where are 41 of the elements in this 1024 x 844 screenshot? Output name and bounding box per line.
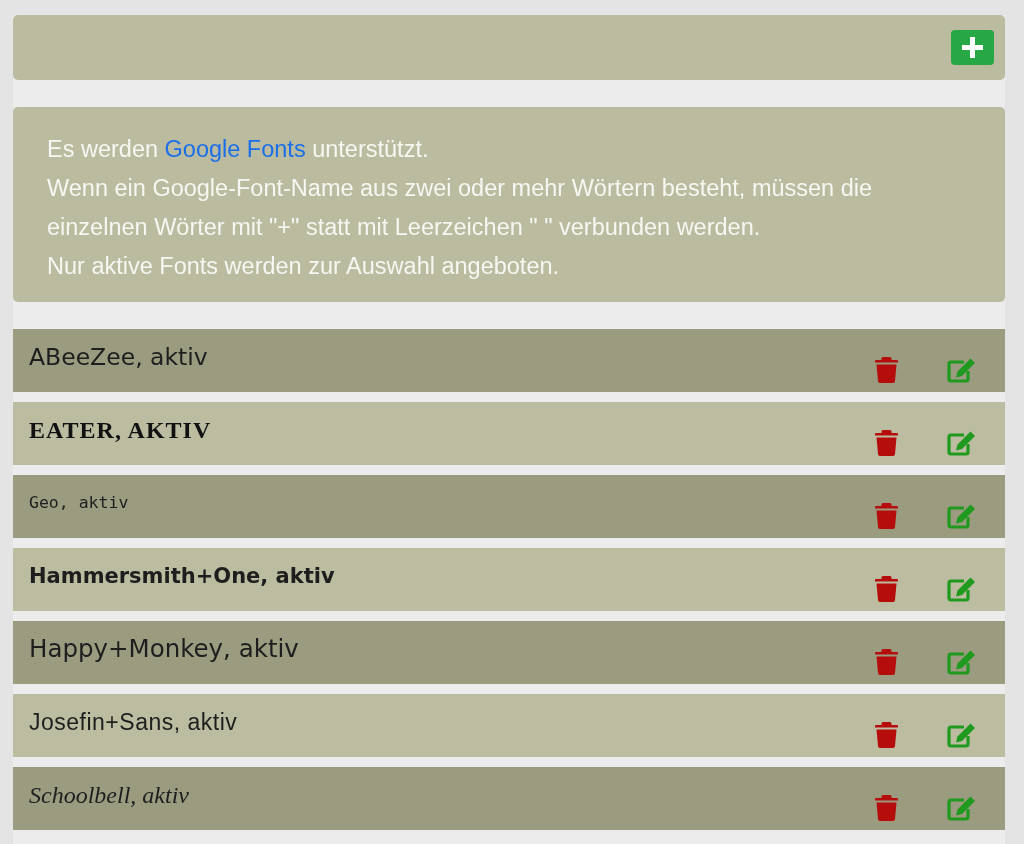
info-text: Nur aktive Fonts werden zur Auswahl angeboten. (47, 252, 561, 281)
edit-button[interactable] (947, 576, 977, 602)
add-button[interactable] (951, 30, 994, 65)
delete-button[interactable] (875, 795, 898, 821)
trash-icon (875, 722, 898, 748)
trash-icon (875, 357, 898, 383)
edit-icon (947, 649, 977, 675)
trash-icon (875, 649, 898, 675)
plus-icon (962, 37, 983, 58)
trash-icon (875, 430, 898, 456)
info-text: Es werden Google Fonts unterstützt. (47, 135, 430, 164)
edit-button[interactable] (947, 722, 977, 748)
delete-button[interactable] (875, 503, 898, 529)
edit-button[interactable] (947, 357, 977, 383)
delete-button[interactable] (875, 722, 898, 748)
edit-icon (947, 722, 977, 748)
font-name-label: Happy+Monkey, aktiv (29, 635, 299, 663)
delete-button[interactable] (875, 576, 898, 602)
font-name-label: Schoolbell, aktiv (29, 781, 189, 809)
delete-button[interactable] (875, 649, 898, 675)
edit-icon (947, 357, 977, 383)
edit-icon (947, 795, 977, 821)
info-text: Wenn ein Google-Font-Name aus zwei oder mehr Wörtern besteht, müssen die einzelnen Wörter mit "+" statt mit Leerzeichen " " verbunden werden. (47, 174, 874, 242)
edit-button[interactable] (947, 649, 977, 675)
delete-button[interactable] (875, 430, 898, 456)
font-name-label: ABeeZee, aktiv (29, 343, 208, 371)
font-name-label: Josefin+Sans, aktiv (29, 708, 238, 736)
edit-icon (947, 503, 977, 529)
edit-button[interactable] (947, 430, 977, 456)
google-fonts-link[interactable]: Google Fonts (164, 136, 306, 162)
edit-icon (947, 430, 977, 456)
edit-button[interactable] (947, 795, 977, 821)
trash-icon (875, 576, 898, 602)
edit-icon (947, 576, 977, 602)
trash-icon (875, 503, 898, 529)
delete-button[interactable] (875, 357, 898, 383)
font-name-label: Geo, aktiv (29, 492, 129, 514)
font-name-label: Hammersmith+One, aktiv (29, 563, 335, 590)
trash-icon (875, 795, 898, 821)
edit-button[interactable] (947, 503, 977, 529)
font-name-label: EATER, AKTIV (29, 416, 212, 444)
